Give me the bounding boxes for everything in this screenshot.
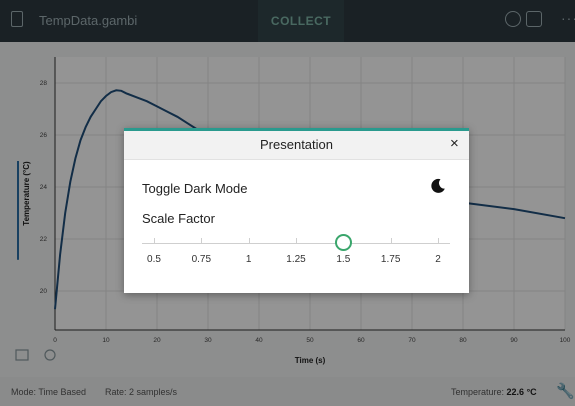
slider-tick [248,238,250,244]
dialog-title: Presentation [260,137,333,152]
slider-tick [390,238,392,244]
scale-option-label[interactable]: 1.25 [286,254,305,265]
slider-tick [296,238,297,244]
scale-option-label[interactable]: 2 [435,254,441,265]
slider-tick [438,238,439,244]
slider-tick [201,238,203,244]
slider-tick [154,238,155,244]
scale-option-label[interactable]: 1.75 [381,254,400,265]
moon-icon[interactable] [430,178,446,194]
scale-factor-label: Scale Factor [142,211,215,226]
scale-option-label[interactable]: 0.5 [147,254,161,265]
dialog-header: Presentation × [124,131,469,160]
close-button[interactable]: × [450,135,459,152]
presentation-dialog: Presentation × Toggle Dark Mode Scale Fa… [124,128,469,293]
scale-option-label[interactable]: 1 [246,254,252,265]
scale-option-label[interactable]: 0.75 [192,254,211,265]
scale-option-label[interactable]: 1.5 [336,254,350,265]
app-window: TempData.gambi COLLECT ··· 0102030405060… [0,0,575,406]
scale-slider-thumb[interactable] [335,234,352,251]
dark-mode-label: Toggle Dark Mode [142,181,248,196]
